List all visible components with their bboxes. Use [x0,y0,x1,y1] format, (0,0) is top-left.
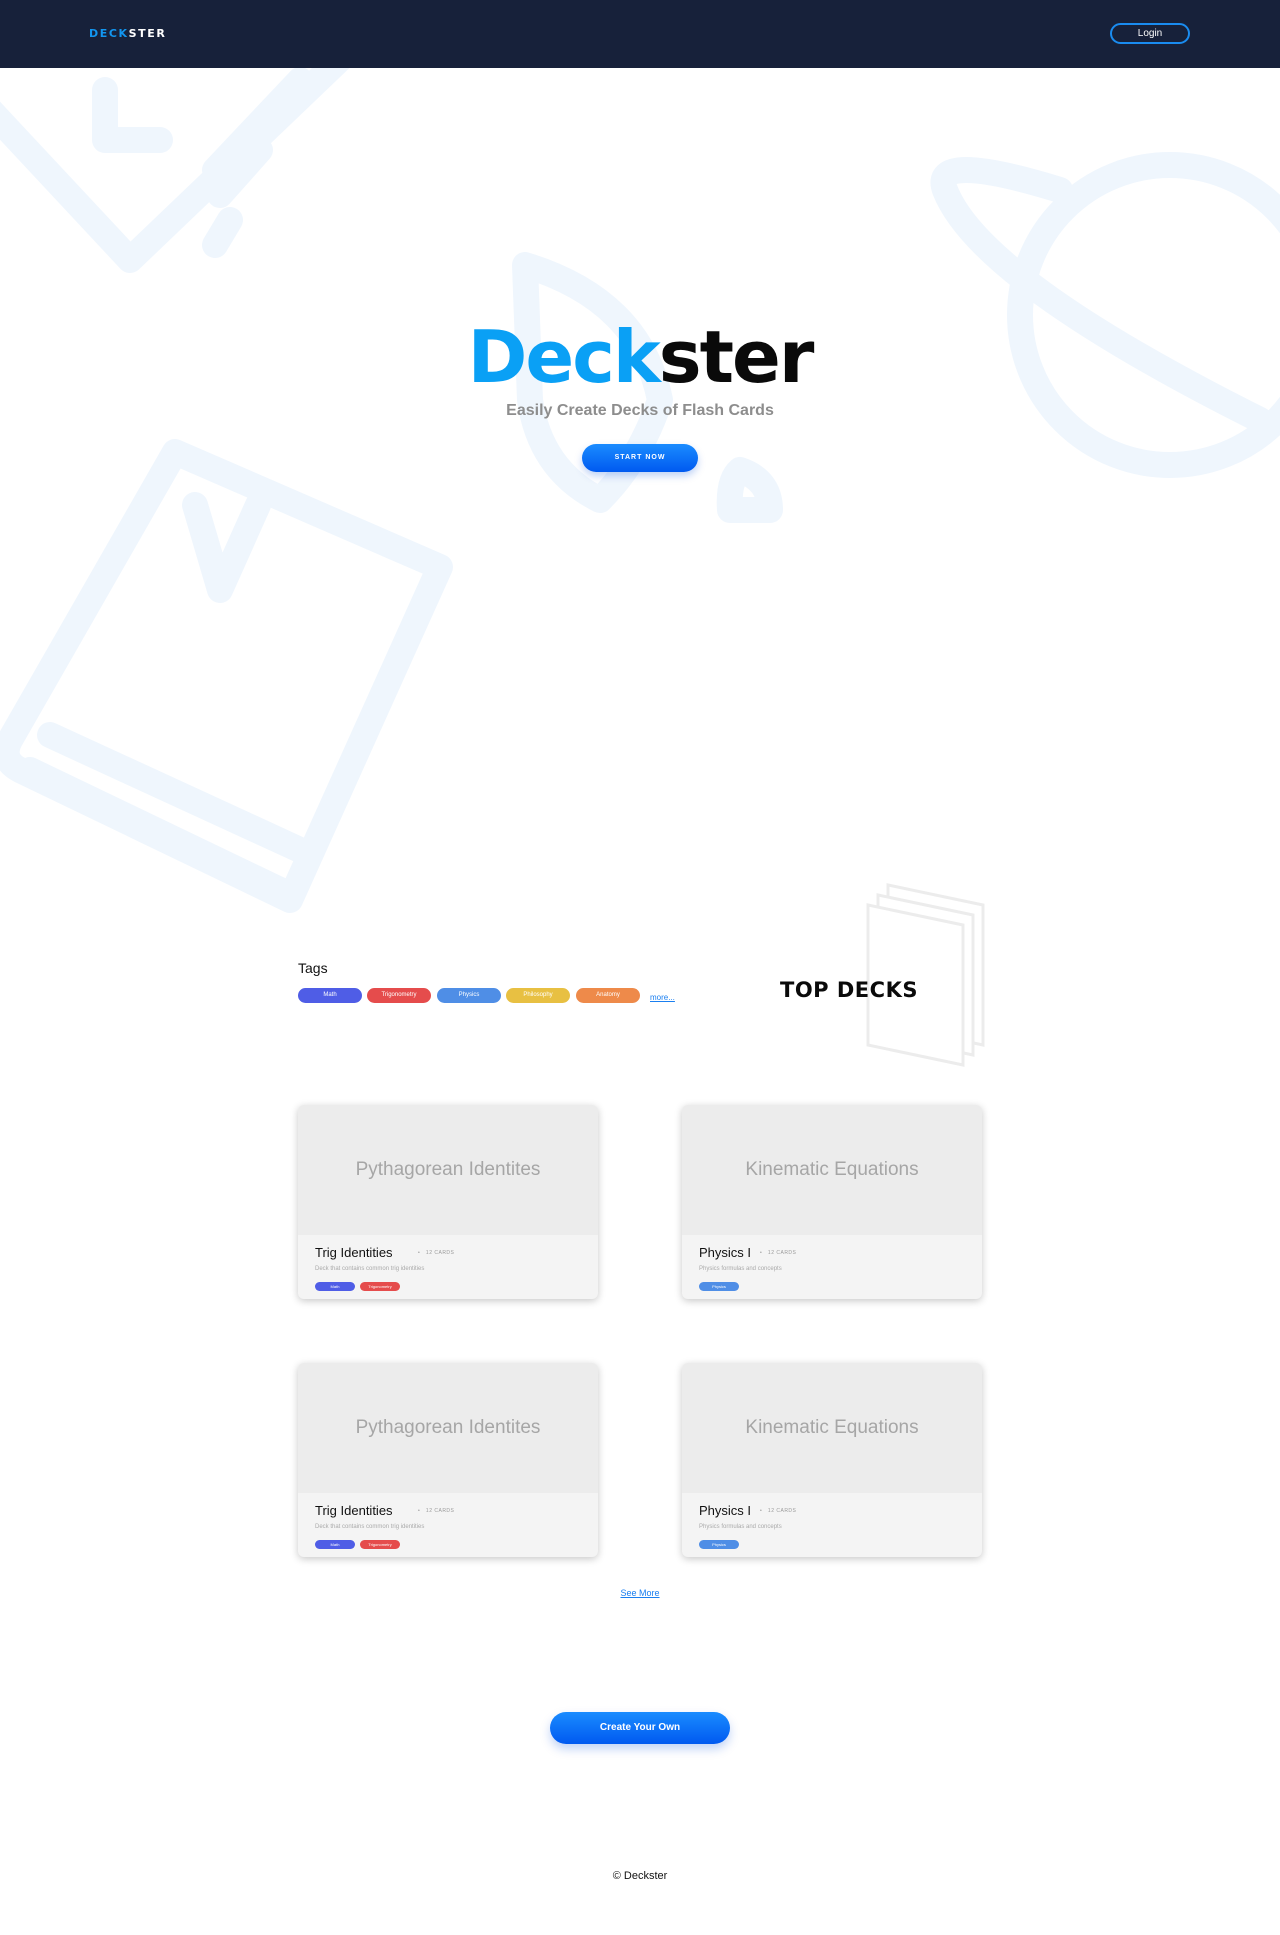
hero-title-part-1: Deck [467,315,661,399]
deck-card-description: Deck that contains common trig identitie… [315,1266,425,1272]
login-button[interactable]: Login [1110,23,1190,44]
deck-card-cover: Kinematic Equations [682,1363,982,1493]
deck-card-tag[interactable]: Physics [699,1282,739,1291]
deck-card-count: • 12 CARDS [760,1508,797,1514]
tag-philosophy[interactable]: Philosophy [506,988,570,1003]
book-decor-icon [0,439,453,913]
start-now-button[interactable]: START NOW [582,444,698,472]
tag-physics[interactable]: Physics [437,988,501,1003]
deck-card-count: • 12 CARDS [418,1250,455,1256]
navbar: DECKSTER Login [0,0,1280,68]
deck-card-tag[interactable]: Math [315,1540,355,1549]
deck-card-description: Physics formulas and concepts [699,1524,782,1530]
hero-title-part-2: ster [658,315,815,399]
deck-card-cover: Pythagorean Identites [298,1363,598,1493]
deck-card-count-value: 12 CARDS [425,1508,455,1514]
deck-card[interactable]: Pythagorean Identites Trig Identities • … [298,1105,598,1299]
deck-card-description: Deck that contains common trig identitie… [315,1524,425,1530]
deck-card-cover: Kinematic Equations [682,1105,982,1235]
deck-card-count: • 12 CARDS [418,1508,455,1514]
deck-card-tag[interactable]: Trigonometry [360,1540,400,1549]
see-more-link[interactable]: See More [0,1588,1280,1598]
deck-card-count-value: 12 CARDS [767,1250,797,1256]
deck-card-tag[interactable]: Physics [699,1540,739,1549]
tags-heading: Tags [298,960,328,976]
hero-title: Deckster [0,312,1280,402]
deck-card-description: Physics formulas and concepts [699,1266,782,1272]
deck-card-tag[interactable]: Trigonometry [360,1282,400,1291]
stacked-cards-icon [866,883,985,1067]
deck-card[interactable]: Kinematic Equations Physics I • 12 CARDS… [682,1105,982,1299]
brand-logo[interactable]: DECKSTER [89,27,166,40]
pencil-decor-icon [0,68,350,273]
tag-anatomy[interactable]: Anatomy [576,988,640,1003]
deck-card-cover: Pythagorean Identites [298,1105,598,1235]
deck-card-count-value: 12 CARDS [425,1250,455,1256]
top-decks-heading: TOP DECKS [780,978,918,1002]
deck-card-title: Trig Identities [315,1503,393,1518]
deck-card-count: • 12 CARDS [760,1250,797,1256]
deck-card-title: Trig Identities [315,1245,393,1260]
deck-card-tag[interactable]: Math [315,1282,355,1291]
deck-card[interactable]: Kinematic Equations Physics I • 12 CARDS… [682,1363,982,1557]
brand-logo-part-2: STER [128,27,167,40]
more-tags-link[interactable]: more... [650,993,675,1002]
tag-math[interactable]: Math [298,988,362,1003]
deck-card[interactable]: Pythagorean Identites Trig Identities • … [298,1363,598,1557]
background-decoration [0,68,1280,913]
tag-trigonometry[interactable]: Trigonometry [367,988,431,1003]
brand-logo-part-1: DECK [89,27,129,40]
footer-copyright: © Deckster [612,1870,668,1882]
deck-card-count-value: 12 CARDS [767,1508,797,1514]
deck-card-title: Physics I [699,1503,752,1518]
deck-card-title: Physics I [699,1245,752,1260]
hero-subtitle: Easily Create Decks of Flash Cards [506,402,774,419]
create-your-own-button[interactable]: Create Your Own [550,1712,730,1744]
